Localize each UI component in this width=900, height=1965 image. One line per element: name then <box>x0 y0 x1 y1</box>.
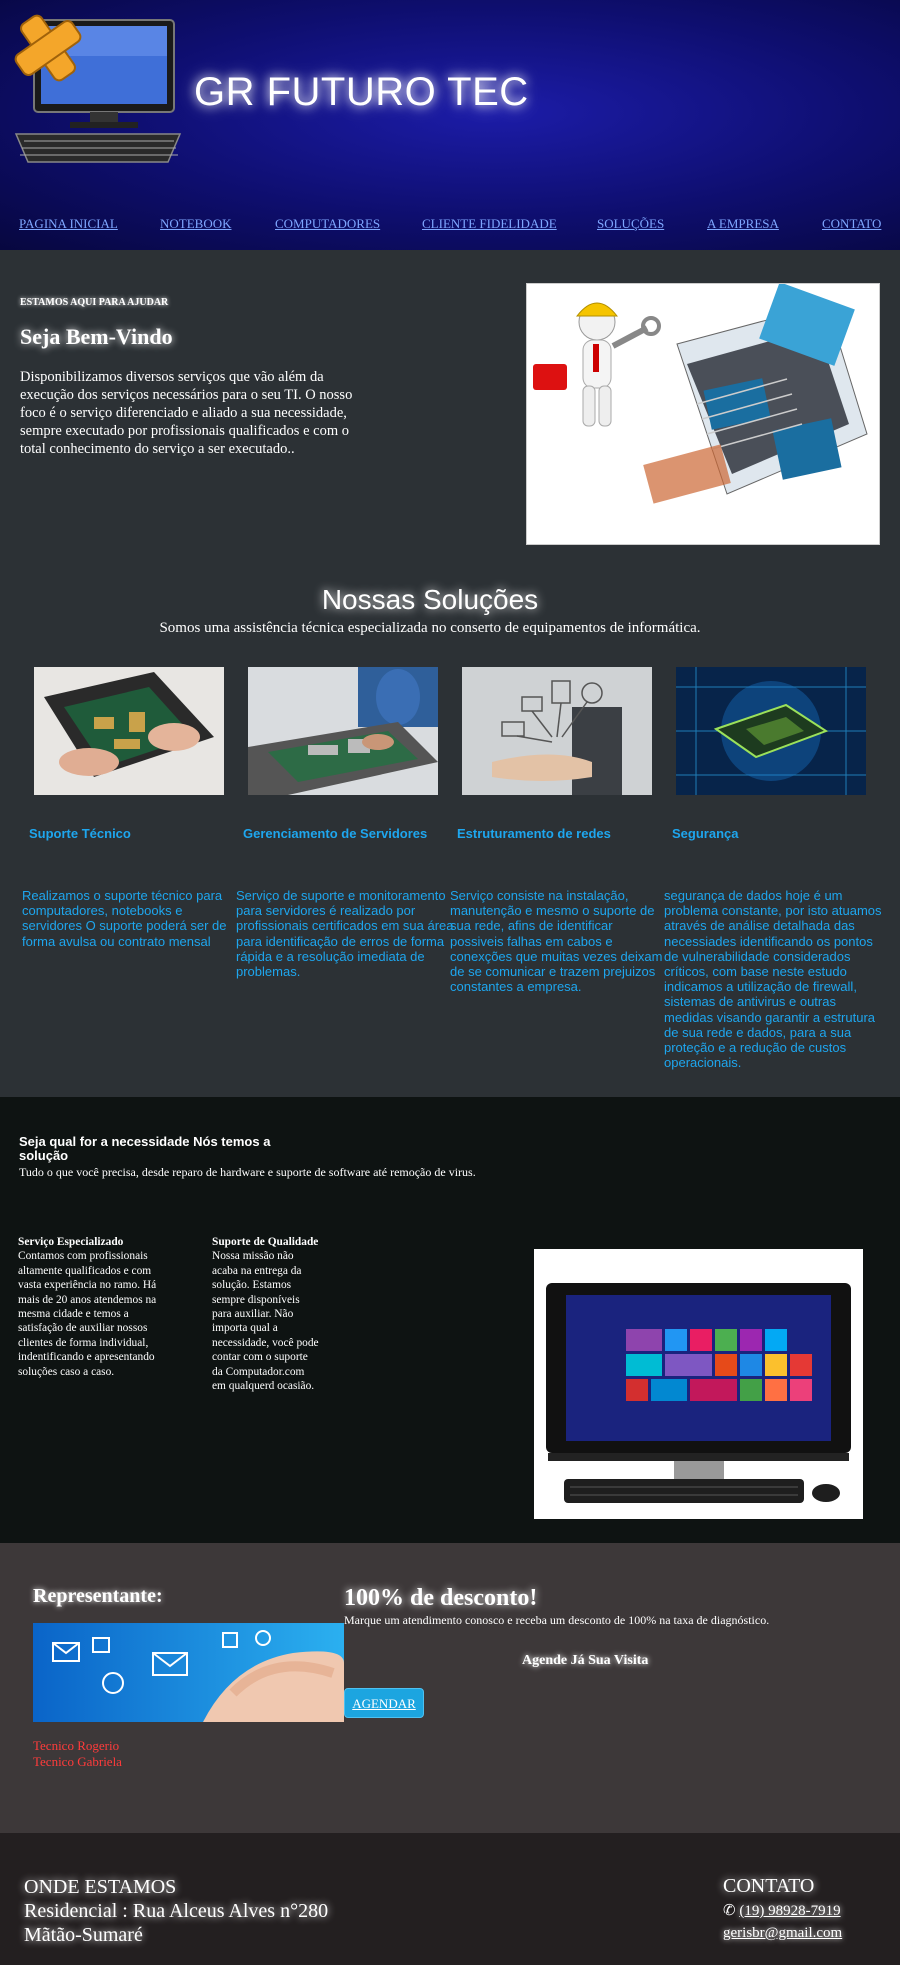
network-hand-image <box>462 667 652 795</box>
card-text-suporte: Realizamos o suporte técnico para comput… <box>22 888 227 949</box>
all-in-one-pc-image <box>534 1249 863 1519</box>
main-nav: PAGINA INICIAL NOTEBOOK COMPUTADORES CLI… <box>0 216 900 236</box>
security-chip-image <box>676 667 866 795</box>
server-technician-image <box>248 667 438 795</box>
location-block: ONDE ESTAMOS Residencial : Rua Alceus Al… <box>24 1875 328 1947</box>
nav-notebook[interactable]: NOTEBOOK <box>160 216 232 232</box>
phone-row: ✆ (19) 98928-7919 <box>723 1901 841 1920</box>
solutions-section: Nossas Soluções Somos uma assistência té… <box>0 570 900 1097</box>
discount-text: Marque um atendimento conosco e receba u… <box>344 1613 770 1627</box>
technician-hero-image <box>526 283 880 545</box>
card-text-servidores: Serviço de suporte e monitoramento para … <box>236 888 454 980</box>
nav-solucoes[interactable]: SOLUÇÕES <box>597 216 664 232</box>
nav-contato[interactable]: CONTATO <box>822 216 881 232</box>
representative-title: Representante: <box>33 1585 163 1607</box>
col-suporte-qualidade: Suporte de Qualidade Nossa missão não ac… <box>212 1235 320 1393</box>
schedule-cta-text: Agende Já Sua Visita <box>522 1653 649 1668</box>
computer-logo-icon[interactable] <box>8 14 188 166</box>
repair-hands-image <box>34 667 224 795</box>
solutions-title: Nossas Soluções <box>321 584 539 615</box>
touch-apps-image <box>33 1623 344 1722</box>
card-title-servidores: Gerenciamento de Servidores <box>243 826 428 841</box>
card-text-redes: Serviço consiste na instalação, manutenç… <box>450 888 663 995</box>
rep-gabriela: Tecnico Gabriela <box>33 1754 122 1769</box>
promo-section: Representante: Tecnico Rogerio Tecnico G… <box>0 1543 900 1833</box>
card-title-seguranca: Segurança <box>672 826 739 841</box>
site-header: GR FUTURO TEC PAGINA INICIAL NOTEBOOK CO… <box>0 0 900 250</box>
card-title-suporte: Suporte Técnico <box>29 826 131 841</box>
welcome-text: Disponibilizamos diversos serviços que v… <box>20 369 353 457</box>
nav-a-empresa[interactable]: A EMPRESA <box>707 216 779 232</box>
city-text: Mãtão-Sumaré <box>24 1924 143 1946</box>
nav-cliente-fidelidade[interactable]: CLIENTE FIDELIDADE <box>422 216 557 232</box>
phone-link[interactable]: (19) 98928-7919 <box>739 1903 840 1919</box>
discount-title: 100% de desconto! <box>344 1585 538 1611</box>
email-link[interactable]: gerisbr@gmail.com <box>723 1925 842 1942</box>
welcome-title: Seja Bem-Vindo <box>20 324 173 349</box>
location-title: ONDE ESTAMOS <box>24 1876 177 1898</box>
col2-title: Suporte de Qualidade <box>212 1236 319 1248</box>
rep-rogerio: Tecnico Rogerio <box>33 1738 120 1753</box>
welcome-eyebrow: ESTAMOS AQUI PARA AJUDAR <box>20 297 169 308</box>
need-subtitle: Tudo o que você precisa, desde reparo de… <box>19 1165 476 1179</box>
need-title: Seja qual for a necessidade Nós temos a … <box>19 1134 271 1163</box>
site-footer: ONDE ESTAMOS Residencial : Rua Alceus Al… <box>0 1833 900 1965</box>
contact-title: CONTATO <box>723 1875 815 1897</box>
address-text: Residencial : Rua Alceus Alves n°280 <box>24 1900 329 1922</box>
col1-text: Contamos com profissionais altamente qua… <box>18 1250 157 1378</box>
card-title-redes: Estruturamento de redes <box>457 826 611 841</box>
nav-computadores[interactable]: COMPUTADORES <box>275 216 380 232</box>
col-servico-especializado: Serviço Especializado Contamos com profi… <box>18 1235 158 1379</box>
card-text-seguranca: segurança de dados hoje é um problema co… <box>664 888 882 1071</box>
schedule-button[interactable]: AGENDAR <box>344 1688 424 1718</box>
need-section: Seja qual for a necessidade Nós temos a … <box>0 1097 900 1543</box>
solutions-subtitle: Somos uma assistência técnica especializ… <box>159 620 701 636</box>
brand-title: GR FUTURO TEC <box>194 70 529 114</box>
nav-pagina-inicial[interactable]: PAGINA INICIAL <box>19 216 118 232</box>
col2-text: Nossa missão não acaba na entrega da sol… <box>212 1250 319 1393</box>
welcome-section: ESTAMOS AQUI PARA AJUDAR Seja Bem-Vindo … <box>0 250 900 570</box>
phone-icon: ✆ <box>723 1903 736 1919</box>
col1-title: Serviço Especializado <box>18 1236 124 1248</box>
